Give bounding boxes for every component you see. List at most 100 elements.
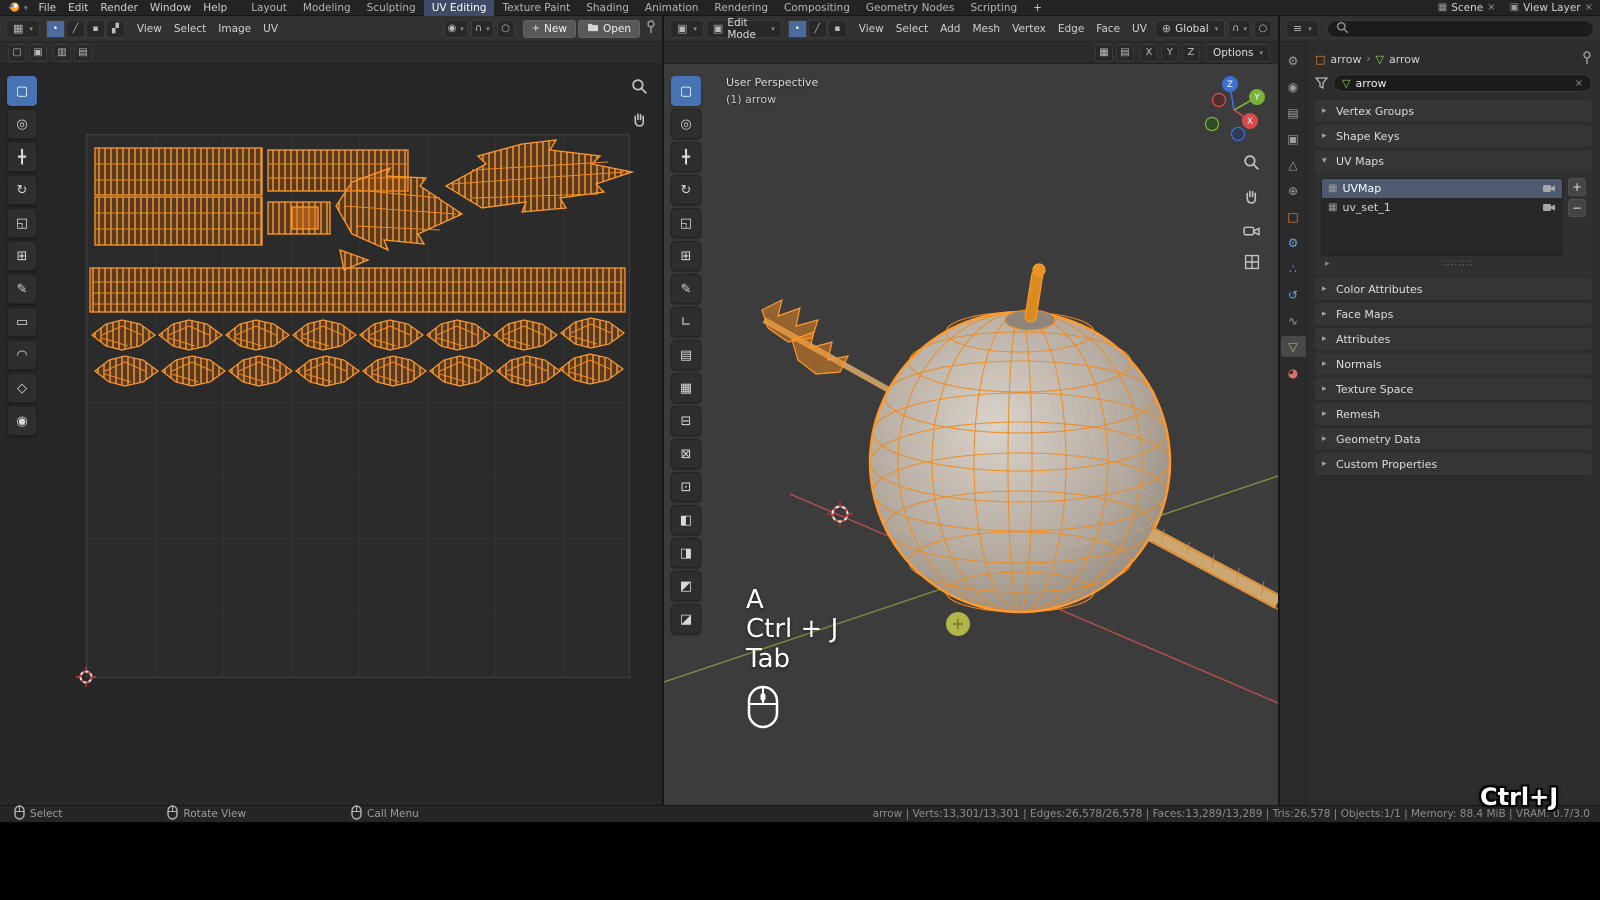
transform-orientation-selector[interactable]: ⊕ Global ▾	[1154, 19, 1226, 38]
new-image-button[interactable]: + New	[522, 19, 576, 38]
vertex-select-button[interactable]: •	[787, 19, 807, 38]
add-uv-map-button[interactable]: +	[1568, 178, 1586, 196]
edge-select-button[interactable]: ╱	[807, 19, 827, 38]
properties-panel[interactable]: ▸ Custom Properties	[1315, 453, 1592, 475]
uv-annotate-tool[interactable]: ✎	[7, 274, 37, 304]
uv-scale-tool[interactable]: ◱	[7, 208, 37, 238]
workspace-tab[interactable]: UV Editing	[423, 0, 495, 16]
topbar-menu[interactable]: Help	[197, 0, 233, 16]
remove-uv-map-button[interactable]: −	[1568, 199, 1586, 217]
properties-panel[interactable]: ▸ Shape Keys	[1315, 125, 1592, 147]
uv-editor-type-button[interactable]: ▦ ▾	[6, 19, 40, 38]
uv-display-toggle-b[interactable]: ▤	[74, 43, 92, 62]
tweak-tool[interactable]: ▢	[671, 76, 701, 106]
viewport-menu[interactable]: Select	[890, 21, 934, 37]
snap-grid-toggle[interactable]: ▦	[1094, 43, 1113, 62]
uv-editor-menu[interactable]: Select	[168, 21, 212, 37]
uv-display-toggle-a[interactable]: ▥	[53, 43, 71, 62]
viewport-menu[interactable]: Edge	[1052, 21, 1090, 37]
pin-id-icon[interactable]	[1582, 50, 1592, 68]
uv-rotate-tool[interactable]: ↻	[7, 175, 37, 205]
snap-increment-toggle[interactable]: ▤	[1115, 43, 1134, 62]
workspace-tab[interactable]: Rendering	[706, 0, 776, 16]
measure-tool[interactable]: ∟	[671, 307, 701, 337]
workspace-tab[interactable]: Scripting	[962, 0, 1025, 16]
viewport-menu[interactable]: Mesh	[966, 21, 1006, 37]
active-render-camera-icon[interactable]	[1542, 202, 1556, 213]
inset-faces-tool[interactable]: ⊟	[671, 406, 701, 436]
mirror-axis-toggle[interactable]: Z	[1181, 43, 1200, 62]
options-dropdown[interactable]: Options ▾	[1205, 43, 1270, 62]
tab-render[interactable]: ◉	[1281, 76, 1306, 97]
add-cube-tool[interactable]: ▤	[671, 340, 701, 370]
properties-panel[interactable]: ▸ Normals	[1315, 353, 1592, 375]
uv-pivot-button[interactable]: ◉ ▾	[443, 19, 468, 38]
properties-search-input[interactable]	[1326, 19, 1594, 38]
view-layer-selector[interactable]: ▣ View Layer ×	[1503, 2, 1600, 14]
move-tool[interactable]: ╋	[671, 142, 701, 172]
uv-transform-tool[interactable]: ⊞	[7, 241, 37, 271]
tab-tool[interactable]: ⚙	[1281, 50, 1306, 71]
cursor-tool[interactable]: ◎	[671, 109, 701, 139]
remove-view-layer-icon[interactable]: ×	[1585, 2, 1593, 13]
viewport-editor-type-button[interactable]: ▣ ▾	[670, 19, 704, 38]
toggle-perspective-grid-icon[interactable]	[1244, 254, 1260, 274]
uv-island-select-button[interactable]: ▞	[105, 19, 125, 38]
zoom-icon[interactable]	[1243, 154, 1260, 175]
viewport-menu[interactable]: Face	[1090, 21, 1126, 37]
uv-sculpt-tool[interactable]: ◠	[7, 340, 37, 370]
workspace-tab[interactable]: Shading	[578, 0, 637, 16]
workspace-tab[interactable]: Modeling	[295, 0, 359, 16]
uv-overlay-toggle-a[interactable]: ▢	[8, 43, 26, 62]
topbar-menu[interactable]: Edit	[62, 0, 94, 16]
uv-editor-menu[interactable]: View	[131, 21, 168, 37]
filter-funnel-icon[interactable]	[1314, 74, 1329, 93]
viewport-menu[interactable]: Add	[934, 21, 966, 37]
snap-button[interactable]: ∩ ▾	[1228, 19, 1251, 38]
spin-tool[interactable]: ◩	[671, 571, 701, 601]
uv-relax-tool[interactable]: ◇	[7, 373, 37, 403]
uv-overlay-toggle-b[interactable]: ▣	[29, 43, 47, 62]
uv-edge-select-button[interactable]: ╱	[65, 19, 85, 38]
properties-editor-type-button[interactable]: ≡ ▾	[1286, 19, 1319, 38]
uv-cursor-tool[interactable]: ◎	[7, 109, 37, 139]
scale-tool[interactable]: ◱	[671, 208, 701, 238]
tab-particles[interactable]: ∴	[1281, 258, 1306, 279]
rotate-tool[interactable]: ↻	[671, 175, 701, 205]
mirror-axis-toggle[interactable]: Y	[1160, 43, 1179, 62]
uv-editor-menu[interactable]: Image	[212, 21, 257, 37]
poly-build-tool[interactable]: ◨	[671, 538, 701, 568]
workspace-tab[interactable]: Layout	[243, 0, 295, 16]
uv-pin-tool[interactable]: ◉	[7, 406, 37, 436]
workspace-tab[interactable]: Geometry Nodes	[858, 0, 963, 16]
active-render-camera-icon[interactable]	[1542, 183, 1556, 194]
bevel-tool[interactable]: ⊠	[671, 439, 701, 469]
uv-snap-button[interactable]: ∩ ▾	[470, 19, 494, 38]
topbar-menu[interactable]: Render	[94, 0, 143, 16]
open-image-button[interactable]: Open	[577, 19, 640, 38]
viewport-menu[interactable]: Vertex	[1006, 21, 1052, 37]
blender-logo-menu[interactable]: ▾	[0, 0, 33, 17]
tab-object-data[interactable]: ▽	[1280, 336, 1306, 357]
mirror-axis-toggle[interactable]: X	[1139, 43, 1158, 62]
properties-panel[interactable]: ▸ Color Attributes	[1315, 278, 1592, 300]
transform-tool[interactable]: ⊞	[671, 241, 701, 271]
properties-panel[interactable]: ▸ Face Maps	[1315, 303, 1592, 325]
pan-hand-icon[interactable]	[1243, 188, 1260, 209]
scene-selector[interactable]: ▦ Scene ×	[1431, 2, 1503, 14]
properties-panel[interactable]: ▸ Geometry Data	[1315, 428, 1592, 450]
uv-move-tool[interactable]: ╋	[7, 142, 37, 172]
uv-maps-specials-icon[interactable]: ▸	[1325, 259, 1330, 269]
camera-view-icon[interactable]	[1243, 222, 1260, 241]
annotate-tool[interactable]: ✎	[671, 274, 701, 304]
add-workspace-button[interactable]: +	[1025, 0, 1050, 16]
workspace-tab[interactable]: Animation	[637, 0, 707, 16]
uv-vertex-select-button[interactable]: •	[45, 19, 65, 38]
knife-tool[interactable]: ◧	[671, 505, 701, 535]
loop-cut-tool[interactable]: ⊡	[671, 472, 701, 502]
uv-face-select-button[interactable]: ▪	[85, 19, 105, 38]
uv-editor-menu[interactable]: UV	[257, 21, 284, 37]
tab-world[interactable]: ⊕	[1281, 180, 1306, 201]
tab-scene[interactable]: △	[1281, 154, 1306, 175]
pan-hand-icon[interactable]	[631, 111, 648, 132]
